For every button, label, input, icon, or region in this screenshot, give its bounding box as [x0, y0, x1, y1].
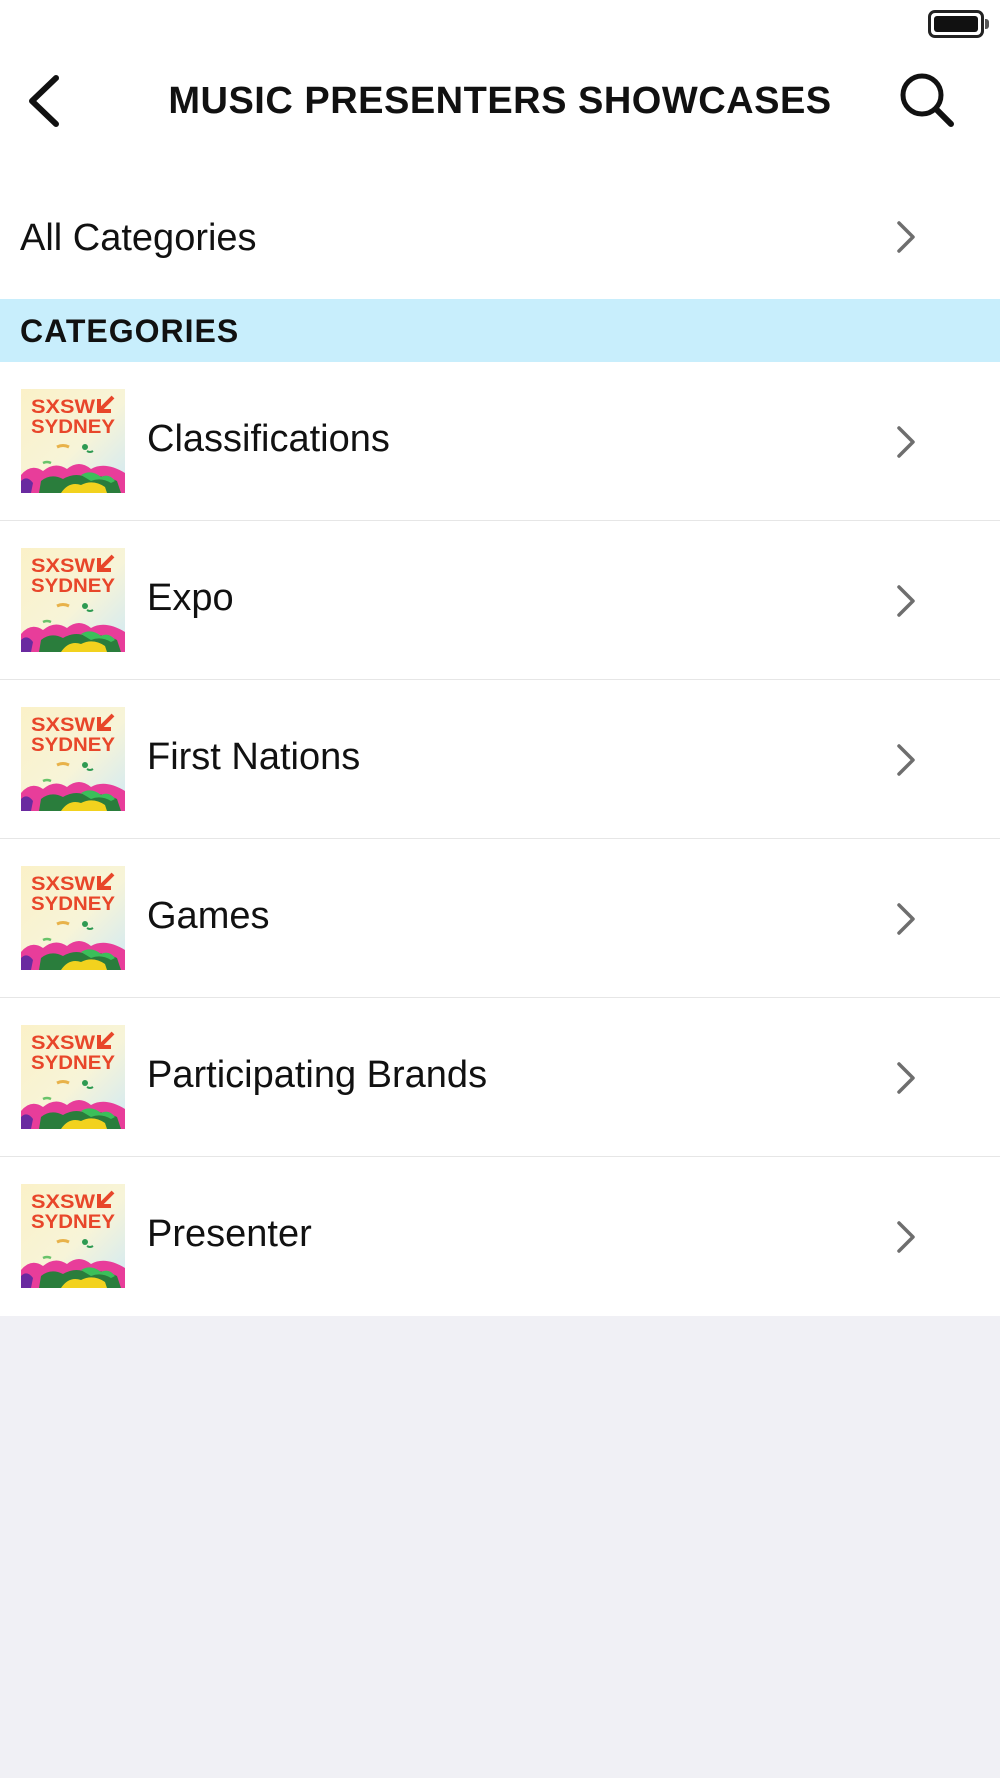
- list-item-label: Presenter: [147, 1213, 312, 1255]
- list-item-classifications[interactable]: SXSW SYDNEY Classifications: [0, 362, 1000, 521]
- list-item-presenter[interactable]: SXSW SYDNEY Presenter: [0, 1157, 1000, 1316]
- list-item-label: First Nations: [147, 736, 361, 778]
- svg-text:SXSW: SXSW: [31, 397, 95, 418]
- svg-text:SXSW: SXSW: [31, 874, 95, 895]
- svg-text:SXSW: SXSW: [31, 715, 95, 736]
- sxsw-sydney-logo-thumbnail: SXSW SYDNEY: [21, 1025, 125, 1129]
- chevron-right-icon: [897, 903, 915, 935]
- svg-text:SYDNEY: SYDNEY: [31, 417, 115, 438]
- section-header-label: CATEGORIES: [20, 313, 240, 349]
- sxsw-sydney-logo-thumbnail: SXSW SYDNEY: [21, 548, 125, 652]
- search-button[interactable]: [895, 68, 959, 132]
- sxsw-sydney-logo-thumbnail: SXSW SYDNEY: [21, 1184, 125, 1288]
- chevron-left-icon: [29, 75, 59, 127]
- sxsw-sydney-logo-thumbnail: SXSW SYDNEY: [21, 707, 125, 811]
- chevron-right-icon: [897, 1062, 915, 1094]
- list-item-first-nations[interactable]: SXSW SYDNEY First Nations: [0, 680, 1000, 839]
- status-bar: [0, 0, 1000, 50]
- list-item-label: Classifications: [147, 418, 390, 460]
- sxsw-sydney-logo-thumbnail: SXSW SYDNEY: [21, 866, 125, 970]
- list-item-participating-brands[interactable]: SXSW SYDNEY Participating Brands: [0, 998, 1000, 1157]
- svg-text:SYDNEY: SYDNEY: [31, 576, 115, 597]
- list-item-games[interactable]: SXSW SYDNEY Games: [0, 839, 1000, 998]
- chevron-right-icon: [897, 585, 915, 617]
- chevron-right-icon: [897, 744, 915, 776]
- svg-text:SYDNEY: SYDNEY: [31, 894, 115, 915]
- chevron-right-icon: [897, 221, 915, 253]
- category-list: SXSW SYDNEY Classifications SXSW SYDNEY …: [0, 362, 1000, 1316]
- svg-text:SXSW: SXSW: [31, 556, 95, 577]
- svg-text:SXSW: SXSW: [31, 1192, 95, 1213]
- search-icon: [900, 73, 954, 127]
- battery-tip: [985, 19, 989, 29]
- list-item-expo[interactable]: SXSW SYDNEY Expo: [0, 521, 1000, 680]
- back-button[interactable]: [20, 70, 80, 132]
- categories-section-header: CATEGORIES: [0, 299, 1000, 362]
- all-categories-row[interactable]: All Categories: [0, 175, 1000, 299]
- svg-text:SXSW: SXSW: [31, 1033, 95, 1054]
- battery-icon: [928, 10, 984, 38]
- sxsw-sydney-logo-thumbnail: SXSW SYDNEY: [21, 389, 125, 493]
- svg-text:SYDNEY: SYDNEY: [31, 1212, 115, 1233]
- list-item-label: Expo: [147, 577, 234, 619]
- chevron-right-icon: [897, 426, 915, 458]
- list-item-label: Participating Brands: [147, 1054, 488, 1096]
- svg-text:SYDNEY: SYDNEY: [31, 735, 115, 756]
- list-item-label: Games: [147, 895, 270, 937]
- svg-text:SYDNEY: SYDNEY: [31, 1053, 115, 1074]
- chevron-right-icon: [897, 1221, 915, 1253]
- all-categories-label: All Categories: [20, 217, 257, 259]
- page-title: MUSIC PRESENTERS SHOWCASES: [168, 80, 832, 122]
